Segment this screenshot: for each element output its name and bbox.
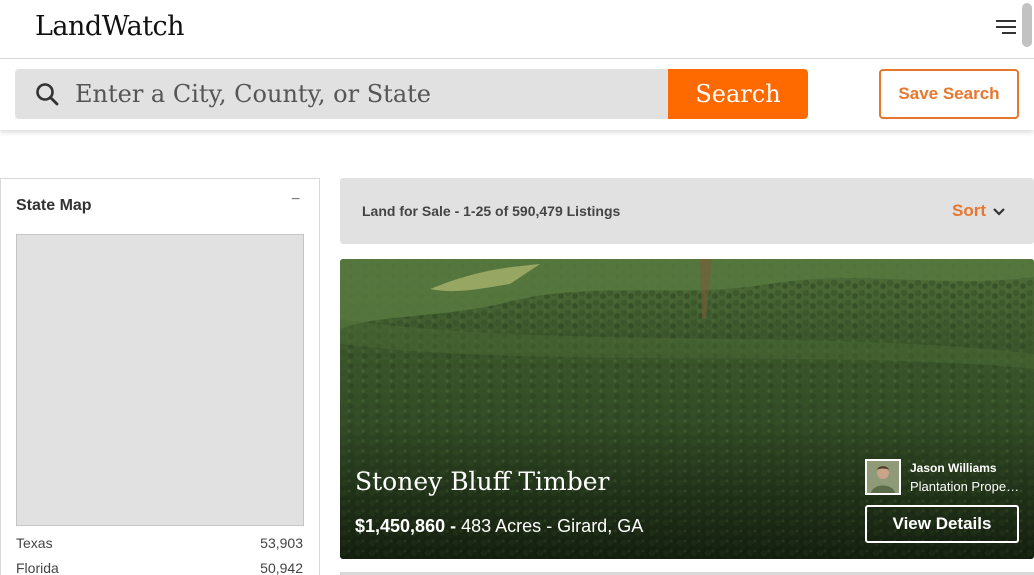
state-name: Texas [16, 535, 53, 551]
state-map-placeholder[interactable] [16, 234, 304, 526]
collapse-icon[interactable]: − [291, 191, 300, 209]
results-summary: Land for Sale - 1-25 of 590,479 Listings [362, 203, 621, 219]
site-logo[interactable]: LandWatch [35, 11, 185, 42]
search-icon [36, 83, 59, 106]
page-scrollbar[interactable] [1022, 3, 1032, 47]
state-map-panel: State Map − Texas 53,903 Florida 50,942 [0, 178, 320, 575]
sort-button[interactable]: Sort [952, 201, 1005, 221]
save-search-button[interactable]: Save Search [879, 69, 1019, 119]
agent-company: Plantation Properties [910, 479, 1020, 494]
site-header: LandWatch [0, 0, 1034, 59]
agent-name: Jason Williams [910, 461, 997, 475]
listing-price: $1,450,860 - [355, 516, 457, 536]
state-list-item[interactable]: Florida 50,942 [16, 560, 303, 575]
state-count: 53,903 [260, 535, 303, 551]
listing-summary: $1,450,860 - 483 Acres - Girard, GA [355, 516, 643, 537]
listing-title[interactable]: Stoney Bluff Timber [355, 467, 610, 496]
results-header: Land for Sale - 1-25 of 590,479 Listings… [340, 178, 1034, 244]
listing-card[interactable]: Stoney Bluff Timber $1,450,860 - 483 Acr… [340, 259, 1034, 559]
listing-acres: 483 Acres [461, 516, 542, 536]
sort-label: Sort [952, 201, 986, 220]
agent-avatar[interactable] [865, 459, 901, 495]
state-name: Florida [16, 560, 59, 575]
search-bar-row: Search Save Search [0, 59, 1034, 130]
hamburger-menu-icon[interactable] [996, 20, 1016, 36]
listing-location: - Girard, GA [546, 516, 644, 536]
state-map-title: State Map [16, 197, 92, 214]
search-button[interactable]: Search [668, 69, 808, 119]
search-field [15, 69, 668, 119]
view-details-button[interactable]: View Details [865, 505, 1019, 543]
state-count: 50,942 [260, 560, 303, 575]
location-search-input[interactable] [75, 69, 655, 119]
chevron-down-icon [993, 208, 1005, 216]
state-list-item[interactable]: Texas 53,903 [16, 535, 303, 555]
